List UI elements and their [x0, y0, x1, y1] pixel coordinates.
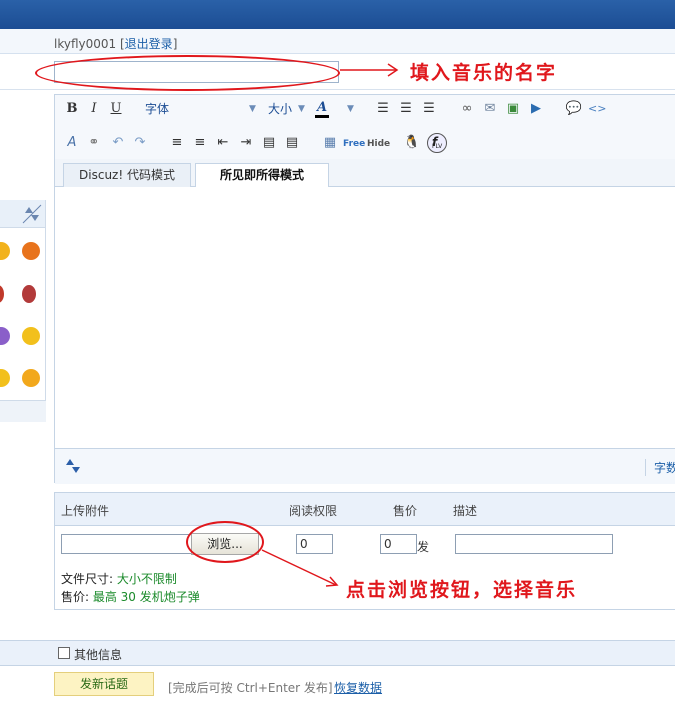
bold-button[interactable]: B: [63, 100, 81, 118]
other-info-checkbox[interactable]: [58, 647, 70, 659]
top-banner: [0, 0, 675, 29]
chevron-down-icon: ▼: [249, 104, 256, 114]
message-body[interactable]: [55, 187, 675, 448]
smiley-icon[interactable]: [0, 327, 10, 345]
price-input[interactable]: 0: [380, 534, 417, 554]
float-right-icon[interactable]: ▤: [283, 134, 301, 152]
annotation-arrow-title: [340, 63, 399, 77]
price-info: 售价: 最高 30 发机炮子弹: [61, 590, 200, 604]
remove-format-icon[interactable]: A: [63, 134, 81, 152]
size-select[interactable]: 大小 ▼: [268, 100, 308, 118]
logout-link[interactable]: 退出登录: [125, 37, 173, 51]
smiley-icon[interactable]: [22, 285, 36, 303]
email-icon[interactable]: ✉: [481, 100, 499, 118]
smilies-panel-footer: [0, 400, 46, 422]
price-header: 售价: [393, 504, 418, 518]
free-tag-button[interactable]: Free: [343, 135, 365, 153]
file-size-info: 文件尺寸: 大小不限制: [61, 572, 177, 586]
tab-code-mode[interactable]: Discuz! 代码模式: [63, 163, 191, 187]
unlink-icon[interactable]: ⚭: [85, 134, 103, 152]
annotation-circle-title: [35, 55, 340, 91]
flash-icon[interactable]: FLV f: [427, 133, 447, 153]
text-color-button[interactable]: A ▼: [315, 99, 355, 118]
font-select[interactable]: 字体 ▼: [145, 100, 256, 118]
table-icon[interactable]: ▦: [321, 134, 339, 152]
word-count-link[interactable]: 字数检: [645, 459, 675, 476]
user-info: lkyfly0001 [退出登录]: [54, 37, 178, 51]
editor-toolbar: B I U 字体 ▼ 大小 ▼ A ▼ ☰ ☰ ☰ ∞ ✉ ▣ ▶ 💬 <> A…: [55, 95, 675, 159]
restore-data-link[interactable]: 恢复数据: [334, 679, 382, 696]
annotation-title-note: 填入音乐的名字: [410, 62, 558, 84]
media-icon[interactable]: ▶: [527, 100, 545, 118]
unordered-list-icon[interactable]: ≡: [191, 134, 209, 152]
file-path-field[interactable]: [61, 534, 197, 554]
username: lkyfly0001: [54, 37, 117, 51]
ordered-list-icon[interactable]: ≡: [168, 134, 186, 152]
description-input[interactable]: [455, 534, 613, 554]
post-editor: B I U 字体 ▼ 大小 ▼ A ▼ ☰ ☰ ☰ ∞ ✉ ▣ ▶ 💬 <> A…: [54, 94, 675, 484]
qq-icon[interactable]: 🐧: [403, 134, 421, 152]
smiley-icon[interactable]: [22, 369, 40, 387]
resize-arrows-icon[interactable]: [63, 456, 83, 476]
quote-icon[interactable]: 💬: [565, 100, 583, 118]
smiley-icon[interactable]: [22, 327, 40, 345]
annotation-arrow-browse: [261, 549, 339, 587]
smiley-icon[interactable]: [0, 242, 10, 260]
editor-mode-tabs: Discuz! 代码模式 所见即所得模式: [55, 159, 675, 188]
redo-icon[interactable]: ↷: [131, 134, 149, 152]
align-center-icon[interactable]: ☰: [397, 100, 415, 118]
other-info-label: 其他信息: [74, 648, 123, 662]
tab-wysiwyg-mode[interactable]: 所见即所得模式: [195, 163, 329, 188]
undo-icon[interactable]: ↶: [109, 134, 127, 152]
smilies-panel: [0, 200, 46, 422]
underline-button[interactable]: U: [107, 100, 125, 118]
code-icon[interactable]: <>: [588, 100, 606, 118]
align-right-icon[interactable]: ☰: [420, 100, 438, 118]
smilies-panel-header: [0, 200, 45, 228]
other-info-bar: 其他信息: [0, 640, 675, 666]
read-perm-header: 阅读权限: [289, 504, 338, 518]
chevron-down-icon: ▼: [298, 104, 305, 114]
attachment-header: 上传附件 阅读权限 售价 描述: [55, 493, 675, 526]
submit-button[interactable]: 发新话题: [54, 672, 154, 696]
italic-button[interactable]: I: [85, 100, 103, 118]
resize-arrows-icon[interactable]: [21, 203, 43, 225]
annotation-browse-note: 点击浏览按钮，选择音乐: [346, 579, 578, 601]
annotation-circle-browse: [186, 521, 264, 563]
image-icon[interactable]: ▣: [504, 100, 522, 118]
link-icon[interactable]: ∞: [458, 100, 476, 118]
indent-icon[interactable]: ⇥: [237, 134, 255, 152]
float-left-icon[interactable]: ▤: [260, 134, 278, 152]
align-left-icon[interactable]: ☰: [374, 100, 392, 118]
price-unit: 发: [417, 540, 430, 554]
smiley-icon[interactable]: [0, 285, 4, 303]
smiley-icon[interactable]: [0, 369, 10, 387]
description-header: 描述: [453, 504, 478, 518]
upload-header: 上传附件: [61, 504, 110, 518]
outdent-icon[interactable]: ⇤: [214, 134, 232, 152]
submit-hint: [完成后可按 Ctrl+Enter 发布]: [168, 681, 333, 695]
editor-footer: 字数检: [55, 448, 675, 484]
chevron-down-icon: ▼: [347, 104, 354, 114]
hide-tag-button[interactable]: Hide: [367, 135, 390, 153]
smiley-icon[interactable]: [22, 242, 40, 260]
